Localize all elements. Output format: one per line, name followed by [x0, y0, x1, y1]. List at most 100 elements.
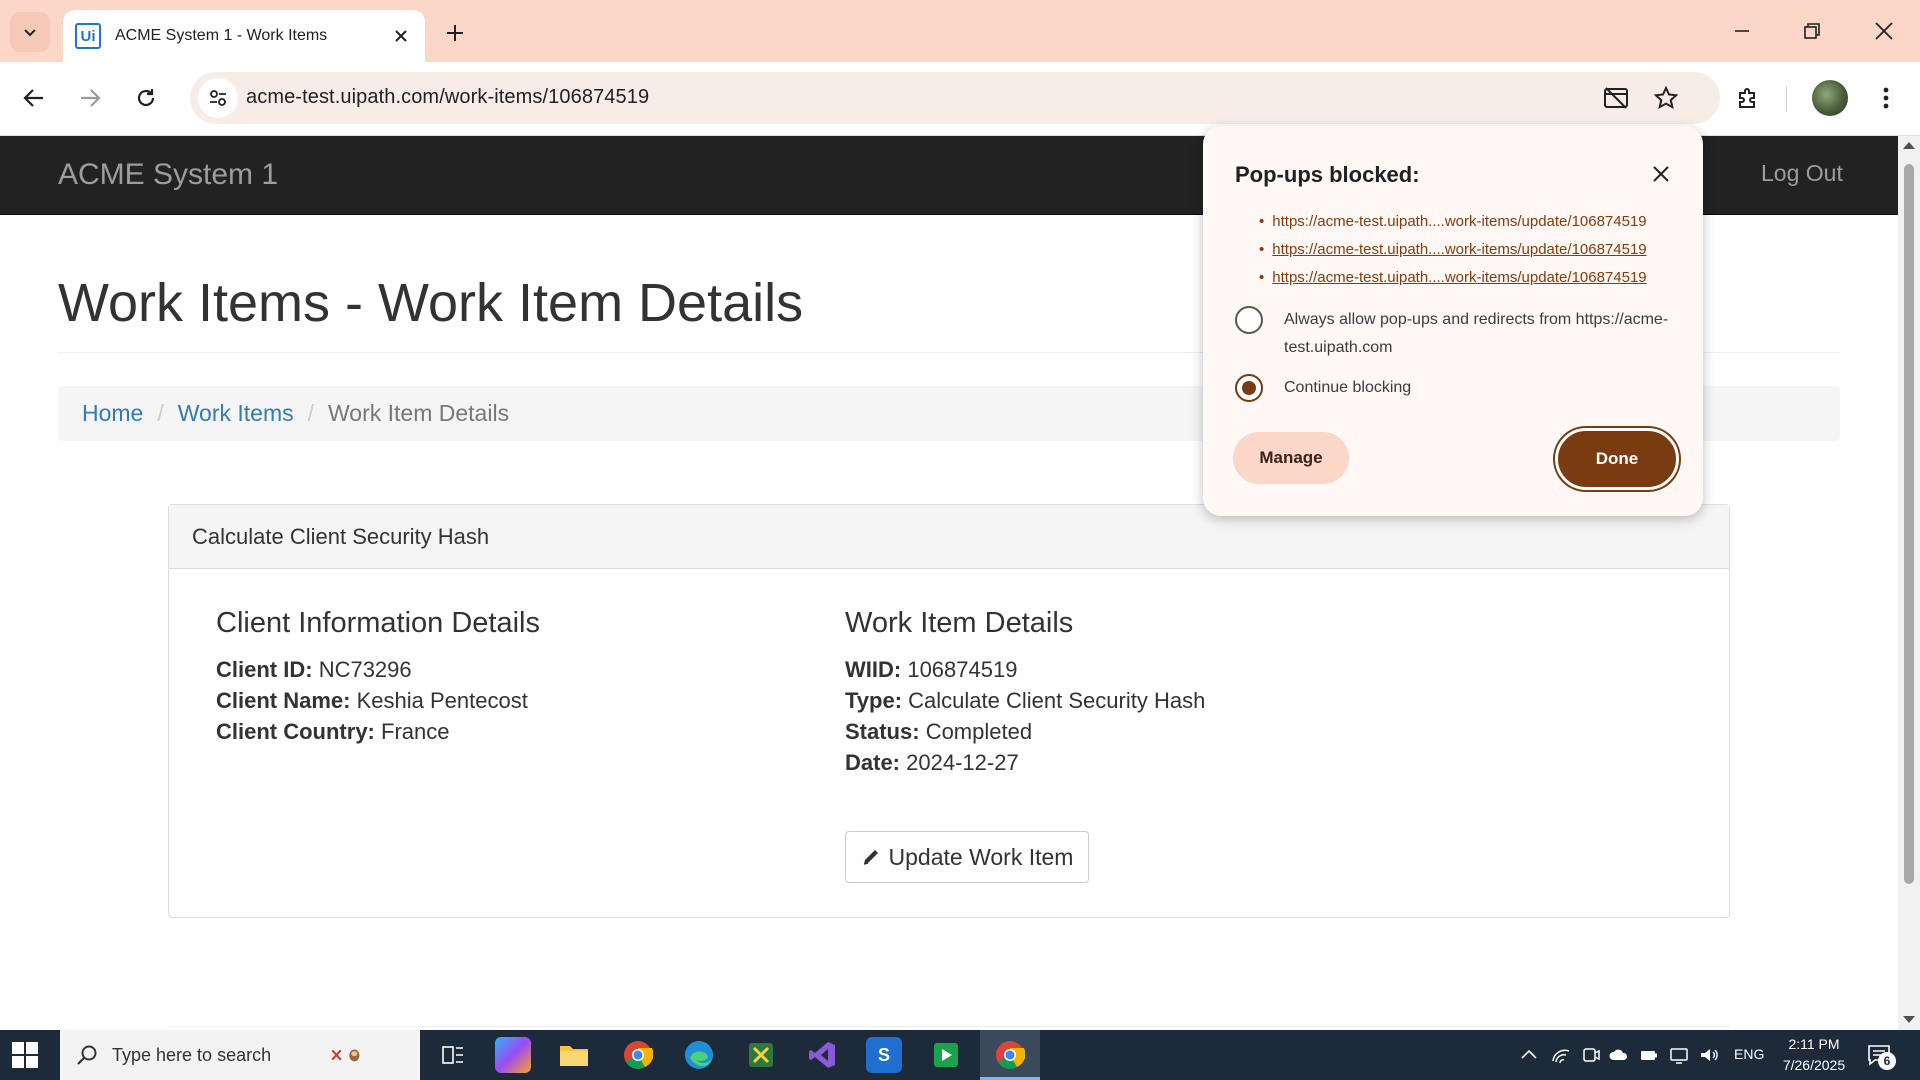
work-item-heading: Work Item Details — [845, 607, 1074, 639]
taskbar-clock[interactable]: 2:11 PM 7/26/2025 — [1770, 1034, 1858, 1076]
breadcrumb-separator: / — [157, 400, 164, 426]
blocked-popup-link[interactable]: https://acme-test.uipath....work-items/u… — [1259, 236, 1647, 264]
close-icon — [1875, 22, 1893, 40]
new-tab-button[interactable] — [436, 14, 474, 52]
arrow-left-icon — [23, 89, 43, 107]
always-allow-label[interactable]: Always allow pop-ups and redirects from … — [1284, 306, 1668, 362]
search-highlight-icon — [331, 1049, 360, 1062]
windows-taskbar: Type here to search S ENG 2:11 PM 7/26/2… — [0, 1030, 1920, 1080]
file-explorer-icon[interactable] — [556, 1037, 592, 1073]
update-work-item-label: Update Work Item — [888, 843, 1074, 870]
back-button[interactable] — [14, 78, 54, 118]
page-scrollbar[interactable] — [1898, 136, 1920, 1030]
windows-start-icon[interactable] — [10, 1040, 40, 1070]
language-indicator[interactable]: ENG — [1734, 1046, 1764, 1062]
always-allow-label-line1: Always allow pop-ups and redirects from … — [1284, 311, 1669, 328]
update-work-item-button[interactable]: Update Work Item — [845, 831, 1089, 883]
arrow-right-icon — [81, 89, 101, 107]
studio-s-icon[interactable]: S — [866, 1037, 902, 1073]
search-icon — [77, 1045, 97, 1065]
battery-icon[interactable] — [1639, 1045, 1659, 1065]
field-label: Date: — [845, 750, 901, 775]
client-name-value: Keshia Pentecost — [356, 688, 528, 713]
clock-date: 7/26/2025 — [1782, 1057, 1846, 1073]
puzzle-icon — [1739, 88, 1755, 108]
work-item-panel: Calculate Client Security Hash Client In… — [168, 504, 1730, 918]
continue-blocking-radio[interactable] — [1235, 374, 1263, 402]
wifi-icon[interactable] — [1551, 1045, 1571, 1065]
restore-button[interactable] — [1784, 8, 1840, 54]
popup-blocked-indicator[interactable] — [1598, 80, 1634, 116]
meet-now-icon[interactable] — [1581, 1045, 1601, 1065]
done-button[interactable]: Done — [1555, 428, 1679, 490]
client-country-value: France — [381, 719, 450, 744]
taskbar-search-box[interactable]: Type here to search — [60, 1030, 420, 1080]
blocked-popup-url: https://acme-test.uipath....work-items/u… — [1272, 213, 1647, 230]
address-bar[interactable]: acme-test.uipath.com/work-items/10687451… — [190, 72, 1720, 124]
uipath-assistant-icon[interactable] — [928, 1037, 964, 1073]
pencil-icon — [863, 850, 878, 865]
reload-button[interactable] — [126, 78, 166, 118]
date-row: Date: 2024-12-27 — [845, 747, 1205, 778]
site-brand[interactable]: ACME System 1 — [58, 158, 278, 192]
browser-menu-button[interactable] — [1866, 78, 1906, 118]
client-name-row: Client Name: Keshia Pentecost — [216, 685, 540, 716]
scroll-thumb[interactable] — [1904, 164, 1914, 884]
display-icon[interactable] — [1669, 1045, 1689, 1065]
task-view-icon[interactable] — [435, 1037, 471, 1073]
bookmark-button[interactable] — [1648, 80, 1684, 116]
visual-studio-icon[interactable] — [804, 1037, 840, 1073]
status-value: Completed — [925, 719, 1033, 744]
forward-button[interactable] — [70, 78, 110, 118]
breadcrumb-home[interactable]: Home — [82, 400, 143, 427]
plus-icon — [447, 25, 463, 41]
breadcrumb-separator: / — [307, 400, 315, 426]
scroll-up-icon[interactable] — [1903, 142, 1915, 149]
manage-button[interactable]: Manage — [1233, 432, 1349, 484]
field-label: Status: — [845, 719, 920, 744]
blocked-popup-link[interactable]: https://acme-test.uipath....work-items/u… — [1259, 208, 1647, 236]
tune-icon — [210, 90, 226, 106]
minimize-button[interactable] — [1714, 8, 1770, 54]
edge-icon[interactable] — [681, 1037, 717, 1073]
blocked-popup-link[interactable]: https://acme-test.uipath....work-items/u… — [1259, 264, 1646, 292]
chrome-active-icon[interactable] — [992, 1037, 1028, 1073]
chrome-icon[interactable] — [620, 1037, 656, 1073]
blocked-popup-url: https://acme-test.uipath....work-items/u… — [1272, 241, 1647, 258]
field-label: Client Name: — [216, 688, 351, 713]
tab-close-button[interactable] — [389, 24, 413, 48]
popup-blocked-icon — [1604, 87, 1628, 109]
field-label: Client ID: — [216, 657, 313, 682]
logout-link[interactable]: Log Out — [1761, 160, 1843, 187]
work-item-section: Work Item Details WIID: 106874519 Type: … — [845, 607, 1205, 778]
always-allow-radio[interactable] — [1235, 306, 1263, 334]
breadcrumb-work-items[interactable]: Work Items — [178, 400, 294, 427]
tab-search-button[interactable] — [10, 12, 50, 52]
blocked-popup-list: https://acme-test.uipath....work-items/u… — [1259, 208, 1647, 292]
type-value: Calculate Client Security Hash — [908, 688, 1206, 713]
page-title: Work Items - Work Item Details — [58, 273, 804, 333]
copilot-icon[interactable] — [495, 1037, 531, 1073]
close-icon — [1653, 166, 1669, 182]
tab-title: ACME System 1 - Work Items — [115, 27, 328, 44]
status-row: Status: Completed — [845, 716, 1205, 747]
profile-avatar[interactable] — [1812, 80, 1848, 116]
continue-blocking-label[interactable]: Continue blocking — [1284, 374, 1411, 402]
volume-icon[interactable] — [1699, 1045, 1719, 1065]
tab-strip: Ui ACME System 1 - Work Items — [0, 0, 1920, 62]
client-id-value: NC73296 — [318, 657, 412, 682]
close-window-button[interactable] — [1856, 8, 1912, 54]
notification-count-badge: 6 — [1878, 1052, 1896, 1070]
site-info-button[interactable] — [198, 78, 238, 118]
browser-tab-active[interactable]: Ui ACME System 1 - Work Items — [63, 10, 425, 62]
snipping-tool-icon[interactable] — [743, 1037, 779, 1073]
onedrive-icon[interactable] — [1609, 1045, 1629, 1065]
chevron-up-icon[interactable] — [1519, 1045, 1539, 1065]
always-allow-label-line2: test.uipath.com — [1284, 339, 1393, 356]
popups-blocked-dialog: Pop-ups blocked: https://acme-test.uipat… — [1203, 126, 1703, 516]
divider — [168, 1026, 1730, 1027]
popup-close-button[interactable] — [1645, 158, 1677, 190]
chevron-down-icon — [24, 29, 36, 37]
scroll-down-icon[interactable] — [1903, 1016, 1915, 1023]
extensions-button[interactable] — [1728, 78, 1768, 118]
